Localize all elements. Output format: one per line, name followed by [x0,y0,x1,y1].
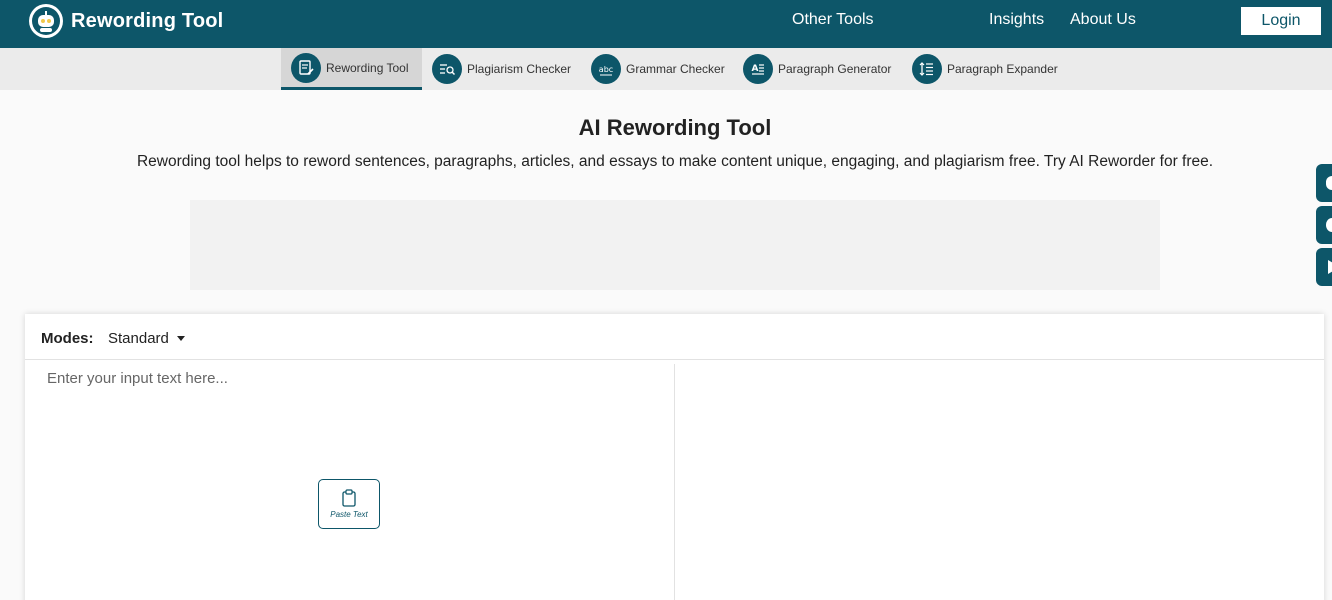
login-button[interactable]: Login [1241,7,1321,35]
modes-row: Modes: Standard [25,314,1324,360]
tool-tabs: Rewording Tool Plagiarism Checker abc Gr… [0,48,1332,90]
side-chat-button[interactable] [1316,164,1332,202]
tab-label: Paragraph Expander [947,62,1058,76]
brand-name: Rewording Tool [71,9,224,32]
side-heart-button[interactable] [1316,206,1332,244]
editor-card: Modes: Standard Paste Text [25,314,1324,600]
paragraph-generator-icon: A [743,54,773,84]
paste-text-label: Paste Text [330,510,368,519]
tab-grammar-checker[interactable]: abc Grammar Checker [591,48,725,90]
input-pane: Paste Text [25,364,675,600]
output-pane [676,364,1324,600]
heart-icon [1326,218,1332,232]
tab-label: Grammar Checker [626,62,725,76]
rewording-icon [291,52,321,83]
input-textarea[interactable] [47,370,647,470]
modes-dropdown[interactable]: Standard [108,330,185,347]
side-play-button[interactable] [1316,248,1332,286]
clipboard-icon [342,489,356,507]
play-icon [1328,260,1332,274]
page-description: Rewording tool helps to reword sentences… [136,153,1214,170]
page-title: AI Rewording Tool [578,115,772,140]
tab-plagiarism-checker[interactable]: Plagiarism Checker [432,48,571,90]
mode-selected: Standard [108,330,169,347]
tab-paragraph-generator[interactable]: A Paragraph Generator [743,48,891,90]
plagiarism-icon [432,54,462,84]
nav-other-tools[interactable]: Other Tools [792,11,874,29]
tab-label: Paragraph Generator [778,62,892,76]
tab-rewording-tool[interactable]: Rewording Tool [281,48,422,90]
chat-icon [1326,176,1332,190]
top-header: Rewording Tool Other Tools Insights Abou… [0,0,1332,48]
tab-paragraph-expander[interactable]: Paragraph Expander [912,48,1058,90]
paste-text-button[interactable]: Paste Text [318,479,380,529]
tab-label: Rewording Tool [326,60,409,75]
nav-insights[interactable]: Insights [989,11,1044,29]
ad-placeholder [190,200,1160,290]
nav-about-us[interactable]: About Us [1070,11,1136,29]
robot-logo-icon [29,4,63,38]
brand[interactable]: Rewording Tool [29,4,223,38]
paragraph-expander-icon [912,54,942,84]
tab-label: Plagiarism Checker [467,62,572,76]
grammar-icon: abc [591,54,621,84]
svg-text:A: A [752,64,759,74]
modes-label: Modes: [41,330,94,347]
svg-text:abc: abc [599,65,613,74]
caret-down-icon [176,336,185,341]
